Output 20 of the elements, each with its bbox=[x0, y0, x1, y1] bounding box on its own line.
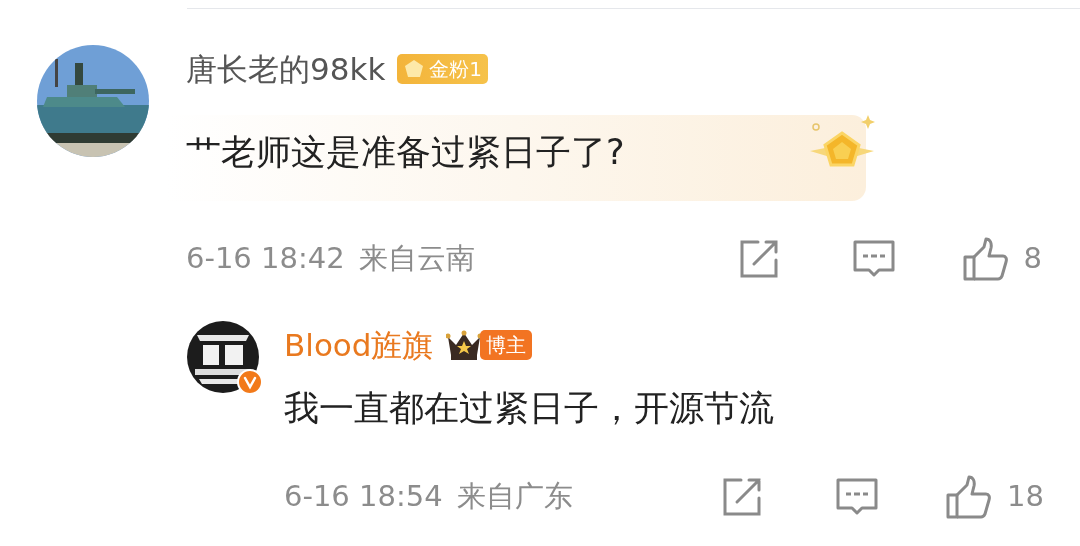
username[interactable]: 唐长老的98kk bbox=[186, 49, 386, 89]
timestamp: 6-16 18:42 bbox=[186, 240, 345, 278]
comment-icon bbox=[835, 477, 880, 517]
like-button[interactable]: 8 bbox=[961, 237, 1042, 281]
pentagon-icon bbox=[403, 58, 426, 80]
comment-icon bbox=[851, 239, 896, 279]
like-button[interactable]: 18 bbox=[945, 475, 1044, 519]
thumbs-up-icon bbox=[945, 475, 994, 519]
comment-button[interactable] bbox=[835, 477, 880, 517]
comment-text: 艹老师这是准备过紧日子了? bbox=[186, 131, 625, 174]
timestamp: 6-16 18:54 bbox=[284, 478, 443, 516]
author-badge: 博主 bbox=[479, 330, 532, 360]
fan-badge: 金粉1 bbox=[397, 54, 489, 84]
username[interactable]: Blood旌旗 bbox=[284, 325, 434, 365]
location-text: 来自云南 bbox=[358, 240, 475, 278]
thumbs-up-icon bbox=[961, 237, 1010, 281]
comment-button[interactable] bbox=[851, 239, 896, 279]
crown-icon bbox=[445, 329, 482, 361]
location-text: 来自广东 bbox=[456, 478, 573, 516]
comment-text: 我一直都在过紧日子，开源节流 bbox=[284, 387, 774, 430]
